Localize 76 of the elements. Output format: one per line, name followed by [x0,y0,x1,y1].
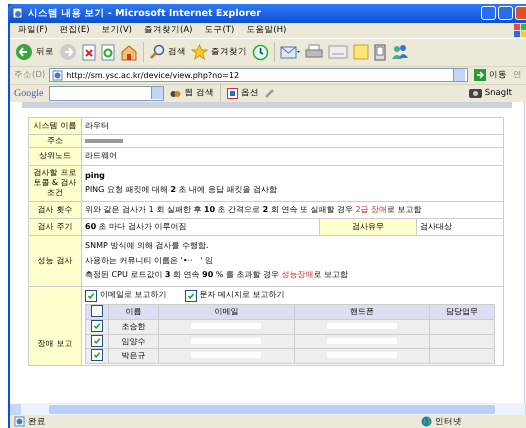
detail-text: PING 요청 패킷에 대해 2 초 내에 응답 패킷을 검사함 [85,185,278,196]
history-icon[interactable] [252,44,269,61]
search-button[interactable]: 검색 [149,44,186,60]
home-icon[interactable] [120,44,138,61]
google-logo: Google [14,88,44,99]
field-label: 검사 주기 [28,218,82,236]
menu-item[interactable]: 즐겨찾기(A) [144,24,192,36]
mail-icon[interactable] [280,44,300,60]
column-header: 담당업무 [430,304,494,320]
back-button[interactable]: 뒤로 [15,43,54,62]
snagit-button[interactable]: SnagIt [468,88,512,98]
field-label: 장애 보고 [28,286,82,366]
column-header: 이메일 [158,304,294,320]
detail-text: 라우터 [85,120,110,131]
field-label: 상위노드 [28,148,82,166]
menu-item[interactable]: 파일(F) [18,24,48,36]
column-header: 이름 [108,304,159,320]
minimize-button[interactable] [481,6,496,20]
page-icon [14,416,25,428]
checkbox[interactable] [91,349,103,362]
google-search-field[interactable] [49,86,164,101]
star-icon [191,44,208,60]
option-label: 문자 메시지로 보고하기 [200,290,285,301]
arrow-icon [474,69,486,82]
menu-item[interactable]: 보기(V) [102,24,132,36]
detail-text: 60 초 마다 검사가 이루어짐 [85,222,188,232]
page-icon [12,7,24,20]
maximize-button[interactable] [498,6,513,20]
menu-item[interactable]: 편집(E) [60,24,90,36]
checkbox[interactable] [91,304,103,317]
search-icon [149,44,165,60]
address-field[interactable]: http://sm.ysc.ac.kr/device/view.php?no=12 [49,68,468,82]
globe-icon [421,416,432,428]
field-label: 검사 횟수 [28,201,82,218]
zone-text: 인터넷 [435,416,462,428]
table-cell: 조승한 [108,320,159,334]
table-cell: 박은규 [108,348,159,364]
detail-text: 라드웨어 [85,151,118,162]
menu-item[interactable]: 도구(T) [204,24,234,36]
stop-icon[interactable] [82,44,96,61]
status-text: 완료 [28,416,46,428]
field-value: 검사대상 [416,218,504,236]
table-cell: 임양수 [108,334,159,349]
menu-item[interactable]: 도움말(H) [246,24,286,36]
refresh-icon[interactable] [101,44,115,61]
field-label: 성능 검사 [28,236,82,286]
column-header: 핸드폰 [294,304,430,320]
page-icon [52,70,64,81]
detail-text: ping [85,170,106,182]
detail-text: 사용하는 커뮤니티 이름은 '•·· ' 임 [85,256,214,266]
checkbox[interactable] [85,290,97,302]
checkbox[interactable] [184,290,197,302]
options-icon [227,88,238,99]
windows-logo-icon [514,24,526,37]
favorites-button[interactable]: 즐겨찾기 [191,44,247,60]
field-label: 검사할 프로토콜 & 검사 조건 [28,165,82,202]
field-label: 주소 [28,134,82,148]
camera-icon [468,88,482,98]
field-label: 시스템 이름 [28,117,82,134]
go-button[interactable]: 이동 [472,69,509,82]
checkbox[interactable] [91,334,103,347]
option-label: 이메일로 보고하기 [100,290,167,301]
people-icon[interactable] [391,44,409,60]
detail-text: 위와 같은 검사가 1 회 실패한 후 10 초 간격으로 2 회 연속 또 실패할 경우 2급 장애로 보고함 [85,204,423,215]
close-button[interactable] [515,6,526,20]
checkbox[interactable] [91,320,103,332]
address-label: 주소(D) [14,69,46,82]
field-label: 검사유무 [320,218,416,236]
window-title: 시스템 내용 보기 - Microsoft Internet Explorer [28,6,261,20]
web-search-button[interactable]: 웹 검색 [170,87,214,100]
detail-text: SNMP 방식에 의해 검사를 수행함. [85,241,210,252]
detail-text: 측정된 CPU 로드값이 3 회 연속 90 % 를 초과할 경우 성능장애로 보고함 [85,270,350,281]
horizontal-scrollbar[interactable] [10,403,526,416]
printer-icon[interactable] [305,44,323,60]
options-button[interactable]: 옵션 [227,87,260,100]
device-icon[interactable] [374,44,386,61]
